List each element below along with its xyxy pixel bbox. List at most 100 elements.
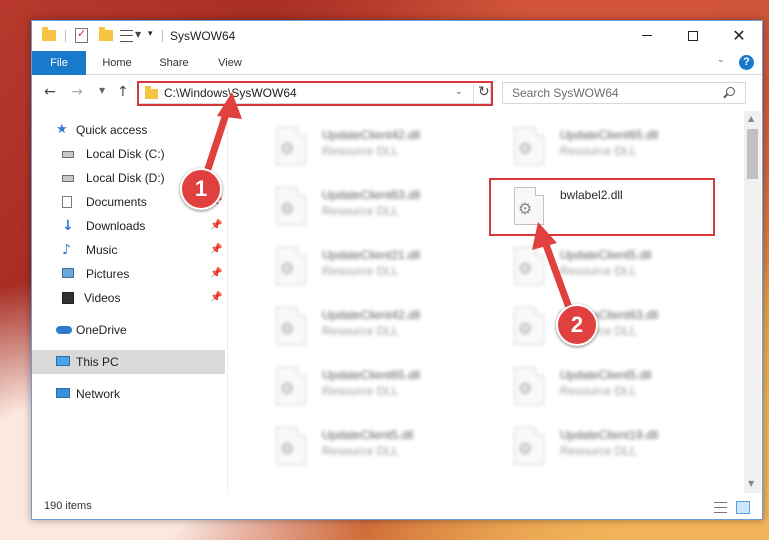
file-type: Resource DLL <box>560 264 637 278</box>
file-item[interactable]: UpdateClient63.dll Resource DLL <box>490 301 720 359</box>
nav-item-label: Local Disk (C:) <box>86 147 165 161</box>
pin-icon[interactable]: 📌 <box>210 286 222 310</box>
dll-file-icon <box>276 247 306 285</box>
pin-icon[interactable]: 📌 <box>210 262 222 286</box>
file-list: UpdateClient42.dll Resource DLL UpdateCl… <box>228 111 742 496</box>
nav-item-label: Downloads <box>86 219 146 233</box>
customize-toolbar-button[interactable]: ▾ <box>148 29 153 39</box>
file-name: UpdateClient19.dll <box>560 428 659 442</box>
search-box[interactable] <box>502 82 746 104</box>
file-item[interactable]: UpdateClient42.dll Resource DLL <box>252 121 482 179</box>
minimize-button[interactable] <box>624 21 670 51</box>
nav-item-label: Videos <box>84 291 121 305</box>
title-divider <box>162 30 163 42</box>
nav-item-videos[interactable]: Videos 📌 <box>32 286 225 310</box>
file-item[interactable]: UpdateClient19.dll Resource DLL <box>490 421 720 479</box>
videos-icon <box>62 292 74 304</box>
star-icon: ★ <box>56 122 68 137</box>
callout-step-2: 2 <box>556 304 598 346</box>
title-bar: ▼ ▾ SysWOW64 ✕ <box>32 21 762 51</box>
file-type: Resource DLL <box>322 144 399 158</box>
file-item[interactable]: UpdateClient65.dll Resource DLL <box>252 361 482 419</box>
pin-icon[interactable]: 📌 <box>210 238 222 262</box>
nav-item-downloads[interactable]: ↓ Downloads 📌 <box>32 214 225 238</box>
file-type: Resource DLL <box>560 144 637 158</box>
search-input[interactable] <box>503 83 718 103</box>
nav-item-this-pc[interactable]: This PC <box>32 350 225 374</box>
dll-file-icon <box>276 127 306 165</box>
callout-step-1: 1 <box>180 168 222 210</box>
nav-item-label: Music <box>86 243 118 257</box>
file-name: UpdateClient5.dll <box>560 368 652 382</box>
nav-item-quick-access[interactable]: ★ Quick access <box>32 118 225 142</box>
address-highlight-box <box>137 81 493 106</box>
file-name: UpdateClient5.dll <box>322 428 414 442</box>
nav-item-onedrive[interactable]: OneDrive <box>32 318 225 342</box>
nav-item-local-disk-c[interactable]: Local Disk (C:) <box>32 142 225 166</box>
window-title: SysWOW64 <box>170 29 236 43</box>
file-item[interactable]: UpdateClient5.dll Resource DLL <box>490 361 720 419</box>
tab-share[interactable]: Share <box>146 51 202 75</box>
dll-file-icon <box>514 367 544 405</box>
file-item[interactable]: UpdateClient63.dll Resource DLL <box>252 181 482 239</box>
pin-icon[interactable]: 📌 <box>210 214 222 238</box>
new-folder-button[interactable] <box>99 27 113 41</box>
nav-item-pictures[interactable]: Pictures 📌 <box>32 262 225 286</box>
ribbon-tabs: File Home Share View ⌄ ? <box>32 51 762 75</box>
nav-item-network[interactable]: Network <box>32 382 225 406</box>
toolbar-divider <box>65 30 66 42</box>
dll-file-icon <box>514 307 544 345</box>
file-type: Resource DLL <box>322 324 399 338</box>
file-item[interactable]: UpdateClient5.dll Resource DLL <box>490 241 720 299</box>
pictures-icon <box>62 268 74 278</box>
recent-locations-button[interactable]: ▼ <box>99 86 105 95</box>
forward-button[interactable]: → <box>71 84 83 100</box>
properties-button[interactable] <box>75 27 88 43</box>
file-item[interactable]: UpdateClient5.dll Resource DLL <box>252 421 482 479</box>
chevron-down-icon[interactable]: ▼ <box>135 30 141 39</box>
tab-file[interactable]: File <box>32 51 86 75</box>
nav-item-label: Network <box>76 387 121 401</box>
maximize-button[interactable] <box>670 21 716 51</box>
help-icon[interactable]: ? <box>739 55 754 70</box>
tab-view[interactable]: View <box>204 51 256 75</box>
back-button[interactable]: ← <box>44 84 56 100</box>
dll-file-icon <box>276 427 306 465</box>
file-type: Resource DLL <box>322 444 399 458</box>
expand-ribbon-icon[interactable]: ⌄ <box>717 55 725 65</box>
file-type: Resource DLL <box>322 204 399 218</box>
folder-icon <box>42 27 56 41</box>
details-view-button[interactable] <box>714 502 727 513</box>
nav-item-label: OneDrive <box>76 323 127 337</box>
file-item[interactable]: UpdateClient65.dll Resource DLL <box>490 121 720 179</box>
up-button[interactable]: ↑ <box>117 84 129 100</box>
scroll-up-icon[interactable]: ▲ <box>748 114 754 123</box>
close-button[interactable]: ✕ <box>716 21 762 51</box>
dll-file-icon <box>276 307 306 345</box>
file-type: Resource DLL <box>560 384 637 398</box>
view-options-icon[interactable] <box>120 30 133 42</box>
file-type: Resource DLL <box>560 444 637 458</box>
nav-item-label: Documents <box>86 195 147 209</box>
nav-item-label: Quick access <box>76 123 148 137</box>
nav-item-label: Local Disk (D:) <box>86 171 165 185</box>
scrollbar-thumb[interactable] <box>747 129 758 179</box>
dll-file-icon <box>514 427 544 465</box>
maximize-icon <box>688 30 698 41</box>
network-icon <box>56 388 70 398</box>
large-icons-view-button[interactable] <box>736 501 750 514</box>
file-type: Resource DLL <box>322 384 399 398</box>
file-item[interactable]: UpdateClient21.dll Resource DLL <box>252 241 482 299</box>
music-icon: ♪ <box>62 242 71 258</box>
disk-icon <box>62 151 74 158</box>
nav-item-label: This PC <box>76 355 119 369</box>
search-icon[interactable] <box>726 87 735 96</box>
onedrive-icon <box>56 326 72 334</box>
file-item[interactable]: UpdateClient42.dll Resource DLL <box>252 301 482 359</box>
vertical-scrollbar[interactable]: ▲ ▼ <box>744 111 761 493</box>
file-name: UpdateClient42.dll <box>322 128 421 142</box>
scroll-down-icon[interactable]: ▼ <box>748 479 754 488</box>
dll-file-icon <box>276 367 306 405</box>
nav-item-music[interactable]: ♪ Music 📌 <box>32 238 225 262</box>
tab-home[interactable]: Home <box>90 51 144 75</box>
